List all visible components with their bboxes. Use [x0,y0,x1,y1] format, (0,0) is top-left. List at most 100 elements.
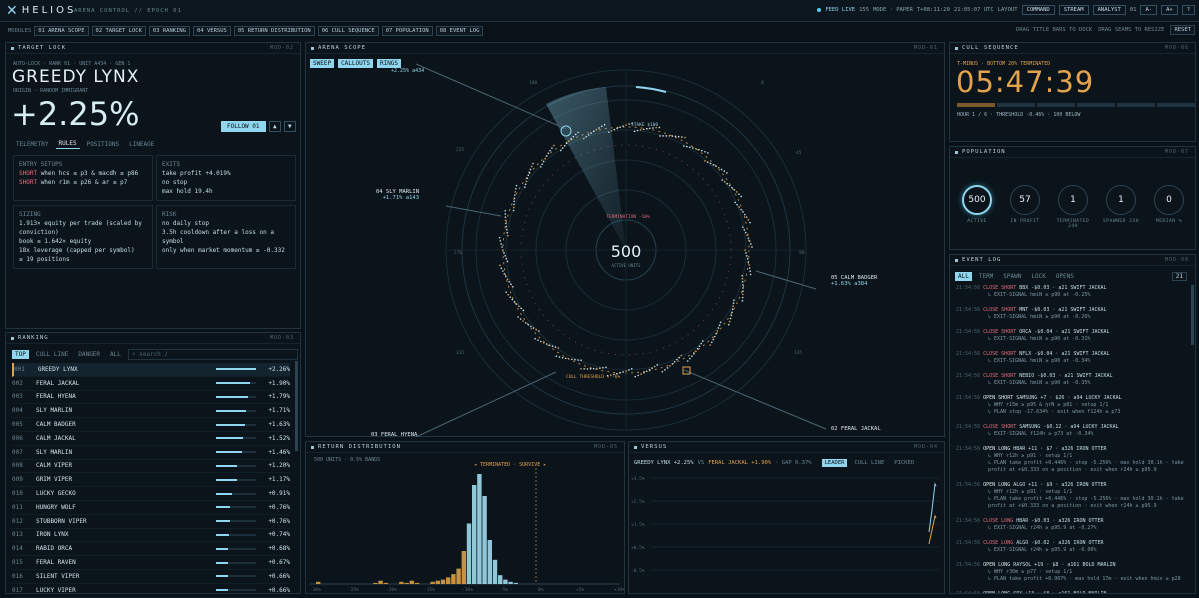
module-chip-return-distribution[interactable]: 05 RETURN DISTRIBUTION [233,26,315,36]
module-chip-ranking[interactable]: 03 RANKING [148,26,191,36]
panel-header[interactable]: RETURN DISTRIBUTION MOD-05 [306,442,624,453]
sweep-toggle[interactable]: SWEEP [310,59,335,68]
log-action: CLOSE SHORT [983,373,1017,379]
tab-telemetry[interactable]: TELEMETRY [13,140,52,149]
tab-leader[interactable]: LEADER [821,459,848,467]
ranking-row[interactable]: 007 SLY MARLIN +1.46% [12,446,290,460]
ranking-row[interactable]: 012 STUBBORN VIPER +0.76% [12,515,290,529]
tab-spawn[interactable]: SPAWN [1000,272,1024,281]
log-entry[interactable]: 21:54:56 CLOSE LONG HBAR -$0.03 · a326 I… [956,518,1189,532]
callouts-toggle[interactable]: CALLOUTS [338,59,373,68]
panel-header[interactable]: EVENT LOG MOD-08 [950,255,1195,266]
log-entry[interactable]: 21:54:56 OPEN LONG ALGO +11 · $9 · a326 … [956,482,1189,510]
sizing-line: conviction) [19,229,59,236]
pop-label: TERMINATED 24H [1056,219,1090,229]
font-larger-button[interactable]: A+ [1161,5,1178,15]
panel-header[interactable]: TARGET LOCK MOD-02 [6,43,300,54]
command-button[interactable]: COMMAND [1021,5,1055,15]
panel-header[interactable]: POPULATION MOD-07 [950,147,1195,158]
log-entry[interactable]: 21:54:56 CLOSE SHORT NFLX -$0.04 · a21 S… [956,351,1189,365]
log-entry[interactable]: 21:54:56 CLOSE SHORT BBX -$0.03 · a21 SW… [956,285,1189,299]
log-entry[interactable]: 21:54:56 CLOSE SHORT MNT -$0.03 · a21 SW… [956,307,1189,321]
tab-danger[interactable]: DANGER [75,350,103,359]
tab-opens[interactable]: OPENS [1053,272,1077,281]
tab-cull-line[interactable]: CULL LINE [851,459,887,467]
unit-dot [723,181,726,183]
panel-header[interactable]: RANKING MOD-03 [6,333,300,344]
ranking-row[interactable]: 014 RABID ORCA +0.68% [12,542,290,557]
rings-toggle[interactable]: RINGS [376,59,402,68]
callout-feral-jackal[interactable]: 02 FERAL JACKAL [831,426,881,432]
tab-term[interactable]: TERM [976,272,996,281]
rank-number: 002 [12,379,23,387]
ranking-row[interactable]: 013 IRON LYNX +0.74% [12,529,290,543]
unit-dot [695,350,697,353]
callout-calm-badger[interactable]: 05 CALM BADGER +1.63% a384 [831,275,877,287]
panel-header[interactable]: VERSUS MOD-04 [629,442,944,453]
return-value: +0.66% [268,572,290,580]
log-entry[interactable]: 21:54:56 CLOSE SHORT ORCA -$0.04 · a21 S… [956,329,1189,343]
log-entry[interactable]: 21:54:56 OPEN SHORT SAMSUNG +7 · $26 · a… [956,395,1189,416]
tab-cull-line[interactable]: CULL LINE [33,350,72,359]
module-chip-cull-sequence[interactable]: 06 CULL SEQUENCE [317,26,379,36]
ranking-row[interactable]: 016 SILENT VIPER +0.66% [12,570,290,584]
unit-dot [695,147,697,150]
tab-lineage[interactable]: LINEAGE [126,140,157,149]
ranking-row[interactable]: 015 FERAL RAVEN +0.67% [12,556,290,570]
unit-dot [499,264,501,267]
log-entry[interactable]: 21:54:56 OPEN LONG HBAR +11 · $7 · a326 … [956,446,1189,474]
log-entry[interactable]: 21:54:56 CLOSE SHORT NEBIO -$0.03 · a21 … [956,373,1189,387]
ranking-row[interactable]: 009 GRIM VIPER +1.17% [12,473,290,488]
panel-header[interactable]: CULL SEQUENCE MOD-06 [950,43,1195,54]
font-smaller-button[interactable]: A- [1140,5,1158,15]
analyst-button[interactable]: ANALYST [1092,5,1126,15]
reset-button[interactable]: RESET [1170,25,1195,35]
callout-greedy-lynx[interactable]: +2.25% a434 [391,68,424,74]
log-entry[interactable]: 21:54:56 OPEN LONG RAYSOL +19 · $8 · a16… [956,562,1189,583]
ranking-row[interactable]: 003 FERAL HYENA +1.79% [12,391,290,405]
ranking-row[interactable]: 008 CALM VIPER +1.20% [12,460,290,474]
tab-all[interactable]: ALL [955,272,972,281]
follow-button[interactable]: FOLLOW 01 [221,121,266,132]
ranking-row[interactable]: 011 HUNGRY WOLF +0.76% [12,501,290,515]
log-detail: ↳ EXIT-SIGNAL hmiN ≥ p90 at -0.35% [988,380,1091,386]
unit-dot [528,171,531,174]
callout-sly-marlin[interactable]: 04 SLY MARLIN +1.71% a143 [376,189,419,201]
help-button[interactable]: ? [1181,5,1195,15]
ranking-search-input[interactable]: ⌕ search / [127,349,298,360]
tab-all[interactable]: ALL [107,350,124,359]
ranking-row[interactable]: 006 CALM JACKAL +1.52% [12,432,290,446]
callout-feral-hyena[interactable]: 03 FERAL HYENA [371,432,417,438]
module-chip-event-log[interactable]: 08 EVENT LOG [435,26,484,36]
log-entry[interactable]: 21:54:56 CLOSE LONG ALGO -$0.02 · a326 I… [956,540,1189,554]
cull-countdown: 05:47:39 [956,65,1095,99]
unit-dot [668,135,671,137]
ranking-row[interactable]: 005 CALM BADGER +1.63% [12,418,290,432]
module-chip-population[interactable]: 07 POPULATION [381,26,433,36]
ranking-row[interactable]: 002 FERAL JACKAL +1.90% [12,377,290,391]
tab-top[interactable]: TOP [12,350,29,359]
module-chip-target-lock[interactable]: 02 TARGET LOCK [91,26,146,36]
tab-positions[interactable]: POSITIONS [84,140,123,149]
stream-button[interactable]: STREAM [1058,5,1089,15]
ranking-row[interactable]: 004 SLY MARLIN +1.71% [12,404,290,419]
ranking-row[interactable]: 010 LUCKY GECKO +0.91% [12,487,290,501]
utc-clock: 21:05:07 UTC [953,7,994,13]
module-chip-arena-scope[interactable]: 01 ARENA SCOPE [34,26,89,36]
tab-rules[interactable]: RULES [55,139,80,149]
ranking-scrollbar[interactable] [295,361,298,451]
tab-picked[interactable]: PICKED [891,459,917,467]
log-scrollbar[interactable] [1191,285,1194,345]
unit-dot [741,277,744,280]
log-entry[interactable]: 21:54:56 OPEN LONG SPX +13 · $8 · a161 B… [956,591,1189,593]
ranking-row[interactable]: 001 GREEDY LYNX +2.26% [12,363,290,377]
unit-dot [741,299,744,302]
log-entry[interactable]: 21:54:56 CLOSE SHORT SAMSUNG -$0.12 · a9… [956,424,1189,438]
prev-target-button[interactable]: ▲ [269,121,281,132]
next-target-button[interactable]: ▼ [284,121,296,132]
panel-header[interactable]: ARENA SCOPE MOD-01 [306,43,944,54]
unit-dot [605,366,607,369]
feed-status: FEED LIVE [825,7,856,13]
tab-lock[interactable]: LOCK [1028,272,1048,281]
module-chip-versus[interactable]: 04 VERSUS [193,26,231,36]
